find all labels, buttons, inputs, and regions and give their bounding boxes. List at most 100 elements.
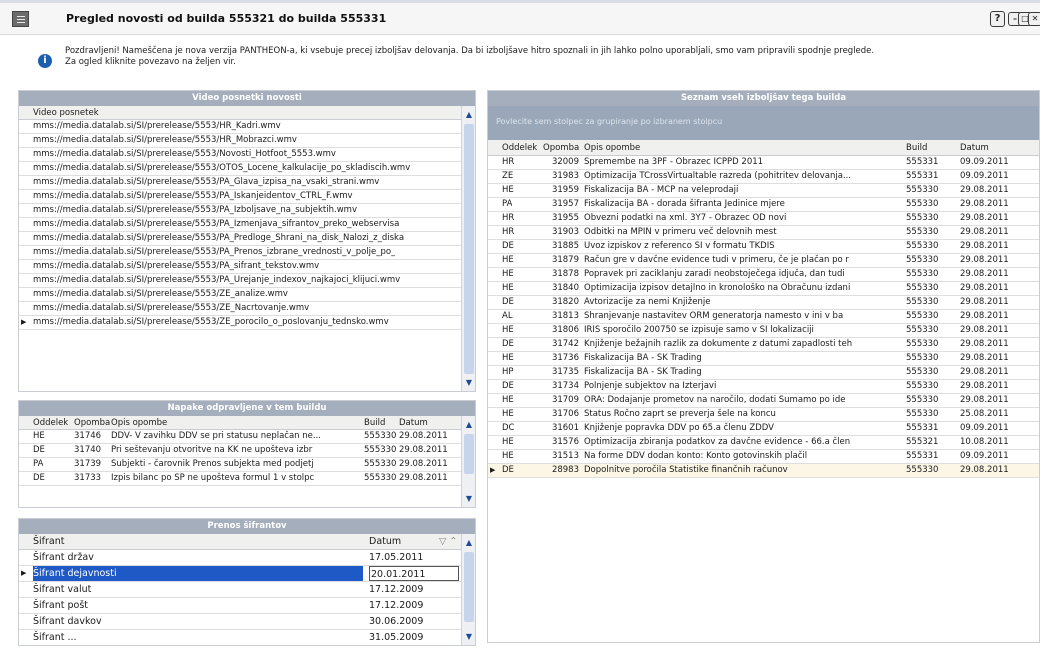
video-row[interactable]: mms://media.datalab.si/SI/prerelease/555… bbox=[19, 190, 461, 204]
table-row[interactable]: DC 31601 Knjiženje popravka DDV po 65.a čl… bbox=[488, 422, 1039, 436]
table-row[interactable]: DE 31740 Pri sešteva­nju otvoritve na KK n… bbox=[19, 444, 461, 458]
scroll-up-icon[interactable]: ▲ bbox=[464, 110, 474, 120]
impr-header-build[interactable]: Build bbox=[906, 140, 927, 155]
scroll-down-icon[interactable]: ▼ bbox=[464, 494, 474, 504]
video-row[interactable]: mms://media.datalab.si/SI/prerelease/555… bbox=[19, 176, 461, 190]
sifranti-header-datum[interactable]: Datum bbox=[369, 534, 401, 549]
table-row[interactable]: HP 31735 Fiskalizacija BA - SK Trading 5553… bbox=[488, 366, 1039, 380]
table-row[interactable]: HE 31840 Optimizacija izpisov detajlno in … bbox=[488, 282, 1039, 296]
video-link[interactable]: mms://media.datalab.si/SI/prerelease/555… bbox=[33, 274, 400, 287]
video-row[interactable]: ▶ mms://media.datalab.si/SI/prerelease/55… bbox=[19, 316, 461, 330]
scroll-thumb[interactable] bbox=[464, 434, 474, 474]
sifrant-row[interactable]: Šifrant držav 17.05.2011 bbox=[19, 550, 461, 566]
scroll-thumb[interactable] bbox=[464, 124, 474, 374]
video-row[interactable]: mms://media.datalab.si/SI/prerelease/555… bbox=[19, 148, 461, 162]
table-row[interactable]: HR 31903 Odbitki na MPIN v primeru več del… bbox=[488, 226, 1039, 240]
app-menu-icon[interactable] bbox=[12, 11, 29, 27]
table-row[interactable]: HE 31576 Optimizacija zbiranja podatkov za… bbox=[488, 436, 1039, 450]
sifranti-header-sifrant[interactable]: Šifrant bbox=[33, 534, 65, 549]
errors-header-opis[interactable]: Opis opombe bbox=[111, 416, 167, 429]
video-panel-title: Video posnetki novosti bbox=[19, 91, 475, 106]
video-link[interactable]: mms://media.datalab.si/SI/prerelease/555… bbox=[33, 162, 410, 175]
video-row[interactable]: mms://media.datalab.si/SI/prerelease/555… bbox=[19, 204, 461, 218]
table-row[interactable]: HE 31806 IRIS sporočilo 200750 se izpisuje… bbox=[488, 324, 1039, 338]
video-link[interactable]: mms://media.datalab.si/SI/prerelease/555… bbox=[33, 232, 404, 245]
video-row[interactable]: mms://media.datalab.si/SI/prerelease/555… bbox=[19, 302, 461, 316]
video-row[interactable]: mms://media.datalab.si/SI/prerelease/555… bbox=[19, 232, 461, 246]
scroll-up-icon[interactable]: ▲ bbox=[464, 538, 474, 548]
table-row[interactable]: HE 31746 DDV- V zavihku DDV se pri statusu… bbox=[19, 430, 461, 444]
video-link[interactable]: mms://media.datalab.si/SI/prerelease/555… bbox=[33, 316, 389, 329]
table-row[interactable]: HR 32009 Spremembe na 3PF - Obrazec ICPPD … bbox=[488, 156, 1039, 170]
sifrant-name: Šifrant ... bbox=[33, 632, 77, 643]
video-scrollbar[interactable]: ▲ ▼ bbox=[461, 106, 475, 391]
table-row[interactable]: PA 31957 Fiskalizacija BA - dorada šifrant… bbox=[488, 198, 1039, 212]
impr-cell-oddelek: HE bbox=[502, 409, 514, 419]
table-row[interactable]: HE 31709 ORA: Dodajanje prometov na naroči… bbox=[488, 394, 1039, 408]
table-row[interactable]: ZE 31983 Optimizacija TCrossVirtualtable r… bbox=[488, 170, 1039, 184]
table-row[interactable]: DE 31885 Uvoz izpiskov z referenco SI v fo… bbox=[488, 240, 1039, 254]
table-row[interactable]: HE 31736 Fiskalizacija BA - SK Trading 5553… bbox=[488, 352, 1039, 366]
video-row[interactable]: mms://media.datalab.si/SI/prerelease/555… bbox=[19, 288, 461, 302]
scroll-thumb[interactable] bbox=[464, 552, 474, 622]
table-row[interactable]: HE 31878 Popravek pri zaciklanju zaradi ne… bbox=[488, 268, 1039, 282]
video-column-header[interactable]: Video posnetek bbox=[19, 106, 461, 120]
error-cell-build: 555330 bbox=[364, 445, 397, 455]
impr-header-oddelek[interactable]: Oddelek bbox=[502, 140, 537, 155]
table-row[interactable]: PA 31739 Subjekti - čarovnik Prenos subjek… bbox=[19, 458, 461, 472]
video-link[interactable]: mms://media.datalab.si/SI/prerelease/555… bbox=[33, 260, 319, 273]
table-row[interactable]: HE 31879 Račun gre v davčne evidence tudi … bbox=[488, 254, 1039, 268]
video-link[interactable]: mms://media.datalab.si/SI/prerelease/555… bbox=[33, 148, 336, 161]
video-link[interactable]: mms://media.datalab.si/SI/prerelease/555… bbox=[33, 120, 281, 133]
video-link[interactable]: mms://media.datalab.si/SI/prerelease/555… bbox=[33, 218, 399, 231]
video-row[interactable]: mms://media.datalab.si/SI/prerelease/555… bbox=[19, 246, 461, 260]
video-link[interactable]: mms://media.datalab.si/SI/prerelease/555… bbox=[33, 176, 379, 189]
video-link[interactable]: mms://media.datalab.si/SI/prerelease/555… bbox=[33, 204, 357, 217]
sifrant-row[interactable]: ▶ Šifrant dejavnosti 20.01.2011 bbox=[19, 566, 461, 582]
sort-filter-icon[interactable]: ▽ ⌃ bbox=[439, 534, 457, 549]
table-row[interactable]: HE 31959 Fiskalizacija BA - MCP na velepro… bbox=[488, 184, 1039, 198]
errors-header-datum[interactable]: Datum bbox=[399, 416, 428, 429]
errors-header-build[interactable]: Build bbox=[364, 416, 385, 429]
video-link[interactable]: mms://media.datalab.si/SI/prerelease/555… bbox=[33, 190, 353, 203]
table-row[interactable]: DE 31733 Izpis bilanc po SP ne upošteva fo… bbox=[19, 472, 461, 486]
errors-header-oddelek[interactable]: Oddelek bbox=[33, 416, 68, 429]
table-row[interactable]: HE 31706 Status Ročno zaprt se preverja še… bbox=[488, 408, 1039, 422]
impr-cell-datum: 09.09.2011 bbox=[960, 171, 1009, 181]
table-row[interactable]: DE 31734 Polnjenje subjektov na Izterjavi 5… bbox=[488, 380, 1039, 394]
video-row[interactable]: mms://media.datalab.si/SI/prerelease/555… bbox=[19, 274, 461, 288]
video-link[interactable]: mms://media.datalab.si/SI/prerelease/555… bbox=[33, 288, 288, 301]
video-row[interactable]: mms://media.datalab.si/SI/prerelease/555… bbox=[19, 260, 461, 274]
video-link[interactable]: mms://media.datalab.si/SI/prerelease/555… bbox=[33, 302, 309, 315]
sifrant-row[interactable]: Šifrant ... 31.05.2009 bbox=[19, 630, 461, 645]
errors-column-header: Oddelek Opomba Opis opombe Build Datum bbox=[19, 416, 461, 430]
video-link[interactable]: mms://media.datalab.si/SI/prerelease/555… bbox=[33, 246, 395, 259]
table-row[interactable]: ▶ DE 28983 Dopolnitve poročila Statistike f… bbox=[488, 464, 1039, 478]
errors-header-opomba[interactable]: Opomba bbox=[74, 416, 110, 429]
impr-header-opis[interactable]: Opis opombe bbox=[584, 140, 640, 155]
close-button[interactable]: ✕ bbox=[1028, 12, 1040, 26]
sifrant-row[interactable]: Šifrant davkov 30.06.2009 bbox=[19, 614, 461, 630]
sifrant-row[interactable]: Šifrant valut 17.12.2009 bbox=[19, 582, 461, 598]
group-by-area[interactable]: Povlecite sem stolpec za grupiranje po i… bbox=[488, 106, 1039, 140]
sifranti-scrollbar[interactable]: ▲ ▼ bbox=[461, 534, 475, 645]
impr-header-opomba[interactable]: Opomba bbox=[543, 140, 579, 155]
impr-cell-oddelek: HE bbox=[502, 283, 514, 293]
help-button[interactable]: ? bbox=[990, 11, 1005, 27]
video-row[interactable]: mms://media.datalab.si/SI/prerelease/555… bbox=[19, 218, 461, 232]
table-row[interactable]: DE 31742 Knjiženje bežajnih razlik za doku… bbox=[488, 338, 1039, 352]
sifrant-row[interactable]: Šifrant pošt 17.12.2009 bbox=[19, 598, 461, 614]
table-row[interactable]: DE 31820 Avtorizacije za nemi Knjiženje 555… bbox=[488, 296, 1039, 310]
table-row[interactable]: AL 31813 Shranjevanje nastavitev ORM gener… bbox=[488, 310, 1039, 324]
table-row[interactable]: HR 31955 Obvezni podatki na xml. 3Y7 - Obr… bbox=[488, 212, 1039, 226]
impr-header-datum[interactable]: Datum bbox=[960, 140, 989, 155]
scroll-down-icon[interactable]: ▼ bbox=[464, 632, 474, 642]
video-row[interactable]: mms://media.datalab.si/SI/prerelease/555… bbox=[19, 120, 461, 134]
scroll-up-icon[interactable]: ▲ bbox=[464, 420, 474, 430]
video-link[interactable]: mms://media.datalab.si/SI/prerelease/555… bbox=[33, 134, 297, 147]
video-row[interactable]: mms://media.datalab.si/SI/prerelease/555… bbox=[19, 162, 461, 176]
errors-scrollbar[interactable]: ▲ ▼ bbox=[461, 416, 475, 507]
video-row[interactable]: mms://media.datalab.si/SI/prerelease/555… bbox=[19, 134, 461, 148]
scroll-down-icon[interactable]: ▼ bbox=[464, 378, 474, 388]
table-row[interactable]: HE 31513 Na forme DDV dodan konto: Konto g… bbox=[488, 450, 1039, 464]
